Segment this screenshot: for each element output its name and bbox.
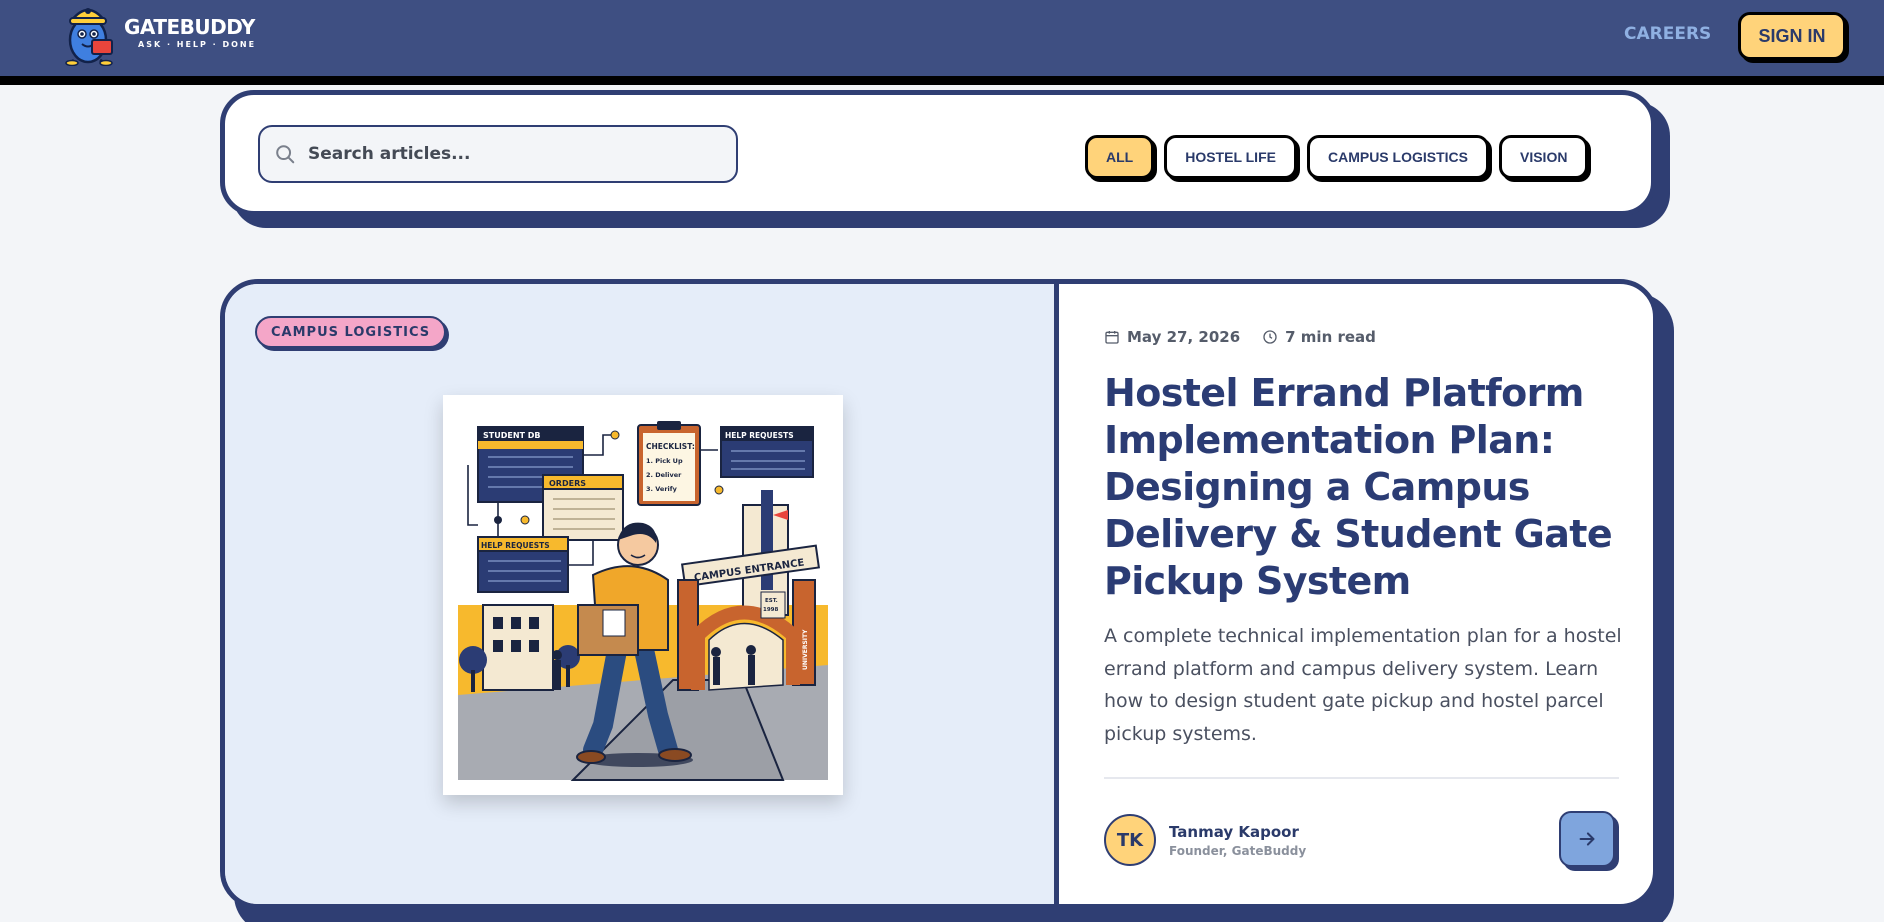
article-author: TK Tanmay Kapoor Founder, GateBuddy bbox=[1104, 814, 1306, 866]
illustration-orders-label: ORDERS bbox=[549, 479, 586, 488]
sign-in-button[interactable]: SIGN IN bbox=[1738, 12, 1846, 60]
illustration-help-requests-bottom-label: HELP REQUESTS bbox=[481, 541, 550, 550]
logo-tagline: ASK · HELP · DONE bbox=[138, 40, 257, 49]
article-title[interactable]: Hostel Errand Platform Implementation Pl… bbox=[1104, 370, 1624, 605]
illustration-checklist-title: CHECKLIST: bbox=[646, 442, 695, 451]
search-input[interactable] bbox=[308, 144, 708, 164]
logo[interactable]: GATEBUDDY ASK · HELP · DONE bbox=[62, 0, 256, 66]
illustration-est-label: EST. bbox=[765, 598, 778, 604]
mascot-icon bbox=[65, 8, 113, 66]
article-content-panel: May 27, 2026 7 min read Hostel Errand Pl… bbox=[1059, 284, 1653, 904]
illustration-student-db-label: STUDENT DB bbox=[483, 431, 541, 440]
clock-icon bbox=[1263, 330, 1277, 344]
search-icon bbox=[276, 145, 295, 164]
illustration-checklist-step-1: 1. Pick Up bbox=[646, 457, 683, 465]
calendar-icon bbox=[1105, 331, 1119, 344]
illustration-est-year: 1998 bbox=[763, 607, 778, 613]
filter-chip-campus-logistics[interactable]: CAMPUS LOGISTICS bbox=[1306, 135, 1489, 179]
filter-chip-vision[interactable]: VISION bbox=[1498, 135, 1589, 179]
category-filters: ALL HOSTEL LIFE CAMPUS LOGISTICS VISION bbox=[1085, 135, 1589, 179]
illustration-help-requests-top-label: HELP REQUESTS bbox=[725, 431, 794, 440]
header-divider bbox=[0, 76, 1884, 85]
illustration-university-label: UNIVERSITY bbox=[802, 629, 809, 670]
category-badge: CAMPUS LOGISTICS bbox=[255, 316, 447, 348]
site-header: GATEBUDDY ASK · HELP · DONE CAREERS SIGN… bbox=[0, 0, 1884, 76]
illustration-checklist-step-3: 3. Verify bbox=[646, 485, 678, 493]
arrow-right-icon bbox=[1579, 832, 1595, 846]
article-date: May 27, 2026 bbox=[1127, 328, 1241, 346]
filter-chip-all[interactable]: ALL bbox=[1085, 135, 1155, 179]
read-article-button[interactable] bbox=[1559, 811, 1615, 867]
author-name: Tanmay Kapoor bbox=[1169, 822, 1299, 841]
illustration-image: STUDENT DB ORDERS HELP REQUESTS HELP REQ… bbox=[458, 421, 828, 781]
article-media-panel: CAMPUS LOGISTICS STUDENT DB ORDERS HELP … bbox=[225, 284, 1059, 904]
author-role: Founder, GateBuddy bbox=[1169, 843, 1307, 858]
article-read-time: 7 min read bbox=[1285, 328, 1376, 346]
avatar: TK bbox=[1104, 814, 1156, 866]
illustration-checklist-step-2: 2. Deliver bbox=[646, 471, 682, 479]
filter-card: ALL HOSTEL LIFE CAMPUS LOGISTICS VISION bbox=[220, 90, 1656, 216]
divider bbox=[1104, 777, 1619, 779]
article-illustration[interactable]: STUDENT DB ORDERS HELP REQUESTS HELP REQ… bbox=[443, 395, 843, 795]
article-meta: May 27, 2026 7 min read bbox=[1104, 328, 1376, 346]
search-box[interactable] bbox=[258, 125, 738, 183]
filter-chip-hostel-life[interactable]: HOSTEL LIFE bbox=[1164, 135, 1297, 179]
careers-link[interactable]: CAREERS bbox=[1624, 24, 1711, 44]
article-excerpt: A complete technical implementation plan… bbox=[1104, 625, 1622, 745]
featured-article-card[interactable]: CAMPUS LOGISTICS STUDENT DB ORDERS HELP … bbox=[220, 279, 1658, 909]
logo-name: GATEBUDDY bbox=[124, 15, 255, 39]
